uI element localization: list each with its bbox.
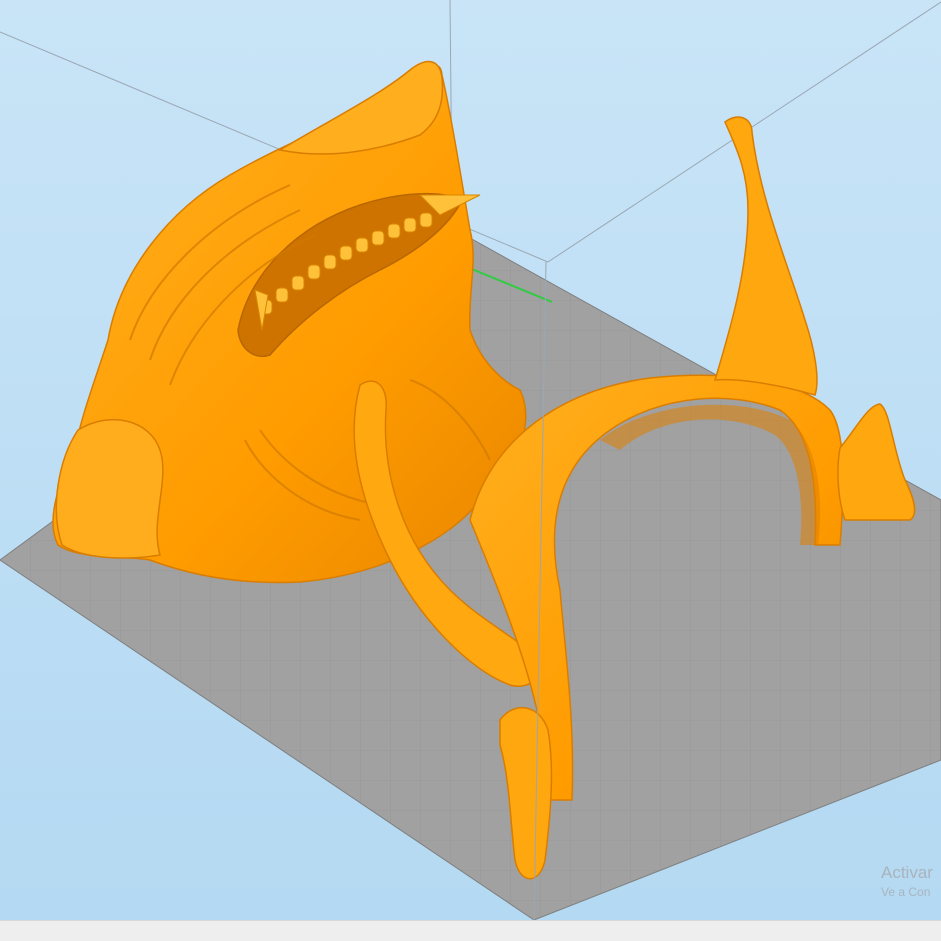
scene-canvas[interactable] — [0, 0, 941, 920]
horn-right — [713, 116, 818, 396]
status-bar — [0, 920, 941, 941]
fin-right — [837, 403, 916, 521]
3d-viewport[interactable]: Activar Ve a Con — [0, 0, 941, 920]
mask-ear — [55, 418, 164, 559]
build-volume-back-edges — [0, 0, 941, 263]
